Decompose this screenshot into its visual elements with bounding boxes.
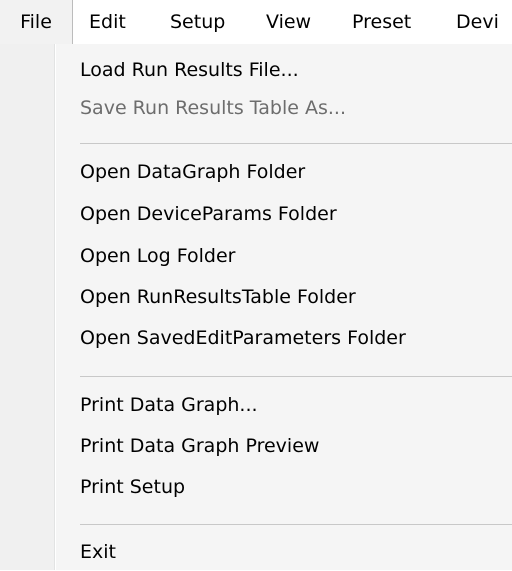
menu-setup[interactable]: Setup <box>170 0 235 44</box>
menu-preset-label: Preset <box>352 11 412 33</box>
menu-item-label: Open DataGraph Folder <box>80 161 306 183</box>
menu-item-print-setup[interactable]: Print Setup <box>0 468 512 506</box>
menu-item-label: Open DeviceParams Folder <box>80 203 337 225</box>
menu-item-label: Exit <box>80 541 116 563</box>
menu-edit-label: Edit <box>89 11 126 33</box>
menu-view-label: View <box>266 11 312 33</box>
menu-separator <box>80 143 512 144</box>
menu-item-label: Print Data Graph Preview <box>80 435 320 457</box>
menu-edit[interactable]: Edit <box>89 0 139 44</box>
menu-file-label: File <box>20 11 52 33</box>
menu-view[interactable]: View <box>266 0 324 44</box>
menu-item-save-run-results: Save Run Results Table As... <box>0 89 512 127</box>
menu-item-exit[interactable]: Exit <box>0 533 512 571</box>
menu-separator <box>80 524 512 525</box>
menu-item-label: Load Run Results File... <box>80 59 299 81</box>
menu-setup-label: Setup <box>170 11 226 33</box>
menu-item-open-datagraph-folder[interactable]: Open DataGraph Folder <box>0 153 512 191</box>
menu-item-label: Open RunResultsTable Folder <box>80 286 356 308</box>
menu-item-open-savededitparameters-folder[interactable]: Open SavedEditParameters Folder <box>0 319 512 357</box>
menu-preset[interactable]: Preset <box>352 0 424 44</box>
menu-item-label: Open Log Folder <box>80 245 236 267</box>
file-dropdown-menu: Load Run Results File... Save Run Result… <box>0 44 512 570</box>
menu-device[interactable]: Devi <box>456 0 512 44</box>
menu-item-open-deviceparams-folder[interactable]: Open DeviceParams Folder <box>0 195 512 233</box>
menu-item-label: Save Run Results Table As... <box>80 97 346 119</box>
menu-item-label: Open SavedEditParameters Folder <box>80 327 406 349</box>
menu-item-label: Print Data Graph... <box>80 394 258 416</box>
menu-item-print-data-graph-preview[interactable]: Print Data Graph Preview <box>0 427 512 465</box>
menu-bar: File Edit Setup View Preset Devi <box>0 0 512 44</box>
menu-item-open-runresultstable-folder[interactable]: Open RunResultsTable Folder <box>0 278 512 316</box>
menu-item-label: Print Setup <box>80 476 186 498</box>
menu-file[interactable]: File <box>0 0 73 44</box>
menu-device-label: Devi <box>456 11 499 33</box>
menu-item-load-run-results[interactable]: Load Run Results File... <box>0 51 512 89</box>
menu-separator <box>80 376 512 377</box>
menu-item-open-log-folder[interactable]: Open Log Folder <box>0 237 512 275</box>
menu-item-print-data-graph[interactable]: Print Data Graph... <box>0 386 512 424</box>
